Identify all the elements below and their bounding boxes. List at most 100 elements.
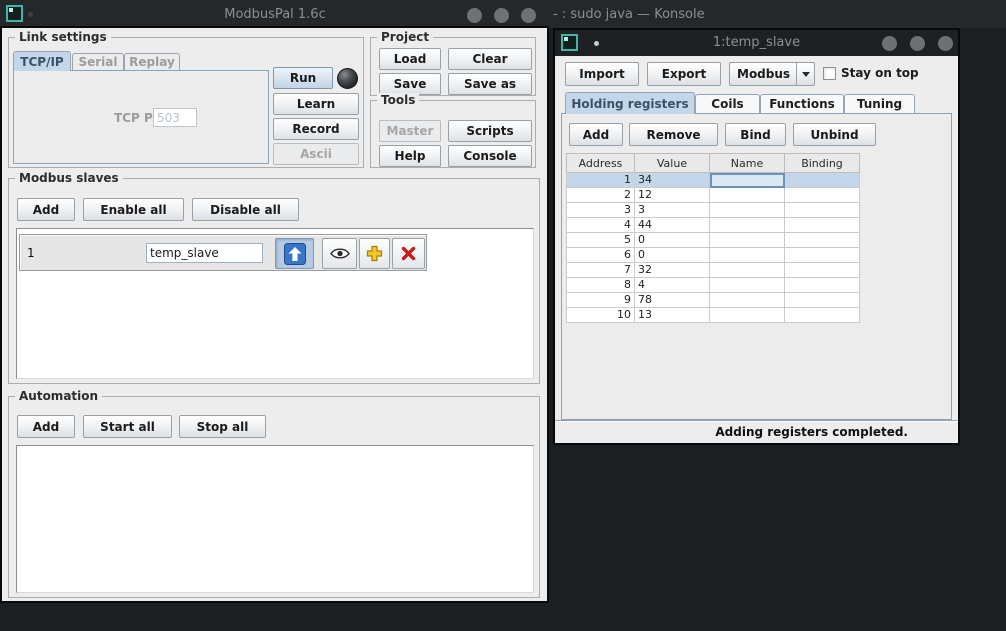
scripts-button[interactable]: Scripts: [448, 120, 532, 142]
minimize-button[interactable]: [467, 8, 482, 23]
cell-value[interactable]: 0: [635, 248, 710, 263]
export-button[interactable]: Export: [647, 62, 721, 86]
run-button[interactable]: Run: [273, 67, 333, 89]
cell-binding[interactable]: [785, 248, 860, 263]
load-button[interactable]: Load: [379, 48, 441, 70]
table-row[interactable]: 50: [567, 233, 860, 248]
table-row[interactable]: 1013: [567, 308, 860, 323]
cell-value[interactable]: 13: [635, 308, 710, 323]
stay-on-top-checkbox[interactable]: [823, 67, 836, 80]
cell-binding[interactable]: [785, 233, 860, 248]
cell-name[interactable]: [710, 263, 785, 278]
console-button[interactable]: Console: [448, 145, 532, 167]
col-header-address[interactable]: Address: [567, 154, 635, 173]
ascii-button[interactable]: Ascii: [273, 143, 359, 165]
combo-dropdown-button[interactable]: [796, 63, 814, 85]
cell-binding[interactable]: [785, 278, 860, 293]
slave-close-button[interactable]: [938, 36, 953, 51]
cell-value[interactable]: 3: [635, 203, 710, 218]
slave-delete-button[interactable]: [392, 238, 425, 269]
app-icon[interactable]: [6, 5, 23, 22]
modbus-mode-select[interactable]: Modbus: [729, 62, 815, 86]
cell-value[interactable]: 32: [635, 263, 710, 278]
slave-enable-toggle[interactable]: [275, 238, 314, 269]
tab-replay[interactable]: Replay: [124, 53, 180, 70]
slave-duplicate-button[interactable]: [359, 238, 390, 269]
cell-binding[interactable]: [785, 173, 860, 188]
tab-tcpip[interactable]: TCP/IP: [13, 51, 71, 71]
save-button[interactable]: Save: [379, 73, 441, 95]
cell-value[interactable]: 12: [635, 188, 710, 203]
table-row[interactable]: 60: [567, 248, 860, 263]
col-header-name[interactable]: Name: [710, 154, 785, 173]
cell-name[interactable]: [710, 293, 785, 308]
record-button[interactable]: Record: [273, 118, 359, 140]
cell-binding[interactable]: [785, 293, 860, 308]
learn-button[interactable]: Learn: [273, 93, 359, 115]
table-row[interactable]: 33: [567, 203, 860, 218]
cell-value[interactable]: 4: [635, 278, 710, 293]
tab-holding-registers[interactable]: Holding registers: [565, 92, 695, 114]
cell-address[interactable]: 9: [567, 293, 635, 308]
cell-name[interactable]: [710, 233, 785, 248]
remove-register-button[interactable]: Remove: [629, 123, 718, 146]
cell-name[interactable]: [710, 308, 785, 323]
cell-value[interactable]: 0: [635, 233, 710, 248]
cell-name[interactable]: [710, 203, 785, 218]
import-button[interactable]: Import: [565, 62, 639, 86]
cell-name[interactable]: [710, 278, 785, 293]
cell-address[interactable]: 10: [567, 308, 635, 323]
disable-all-button[interactable]: Disable all: [192, 198, 299, 221]
cell-name[interactable]: [710, 188, 785, 203]
cell-binding[interactable]: [785, 263, 860, 278]
cell-address[interactable]: 5: [567, 233, 635, 248]
table-row[interactable]: 732: [567, 263, 860, 278]
col-header-binding[interactable]: Binding: [785, 154, 860, 173]
table-row[interactable]: 84: [567, 278, 860, 293]
cell-address[interactable]: 2: [567, 188, 635, 203]
cell-address[interactable]: 1: [567, 173, 635, 188]
cell-address[interactable]: 3: [567, 203, 635, 218]
tab-serial[interactable]: Serial: [72, 53, 124, 70]
cell-address[interactable]: 6: [567, 248, 635, 263]
slave-row[interactable]: 1: [19, 234, 427, 271]
tcp-port-input[interactable]: [153, 108, 197, 127]
cell-binding[interactable]: [785, 218, 860, 233]
unbind-button[interactable]: Unbind: [793, 123, 876, 146]
cell-value[interactable]: 78: [635, 293, 710, 308]
enable-all-button[interactable]: Enable all: [83, 198, 184, 221]
table-row[interactable]: 212: [567, 188, 860, 203]
add-slave-button[interactable]: Add: [17, 198, 75, 221]
slave-minimize-button[interactable]: [882, 36, 897, 51]
cell-address[interactable]: 7: [567, 263, 635, 278]
cell-name[interactable]: [710, 218, 785, 233]
cell-address[interactable]: 4: [567, 218, 635, 233]
cell-value[interactable]: 44: [635, 218, 710, 233]
slave-name-input[interactable]: [146, 243, 263, 263]
col-header-value[interactable]: Value: [635, 154, 710, 173]
cell-name[interactable]: [710, 173, 785, 188]
cell-address[interactable]: 8: [567, 278, 635, 293]
maximize-button[interactable]: [494, 8, 509, 23]
add-automation-button[interactable]: Add: [17, 415, 75, 438]
table-row[interactable]: 134: [567, 173, 860, 188]
help-button[interactable]: Help: [379, 145, 441, 167]
save-as-button[interactable]: Save as: [448, 73, 532, 95]
close-button[interactable]: [521, 8, 536, 23]
add-register-button[interactable]: Add: [569, 123, 623, 146]
stop-all-button[interactable]: Stop all: [179, 415, 266, 438]
cell-binding[interactable]: [785, 203, 860, 218]
tab-tuning[interactable]: Tuning: [844, 94, 915, 113]
tab-functions[interactable]: Functions: [760, 94, 844, 113]
cell-binding[interactable]: [785, 188, 860, 203]
cell-value[interactable]: 34: [635, 173, 710, 188]
bind-button[interactable]: Bind: [725, 123, 786, 146]
clear-button[interactable]: Clear: [448, 48, 532, 70]
slave-maximize-button[interactable]: [910, 36, 925, 51]
table-row[interactable]: 978: [567, 293, 860, 308]
slave-view-button[interactable]: [322, 238, 357, 269]
master-button[interactable]: Master: [379, 120, 441, 142]
cell-binding[interactable]: [785, 308, 860, 323]
table-row[interactable]: 444: [567, 218, 860, 233]
tab-coils[interactable]: Coils: [695, 94, 760, 113]
